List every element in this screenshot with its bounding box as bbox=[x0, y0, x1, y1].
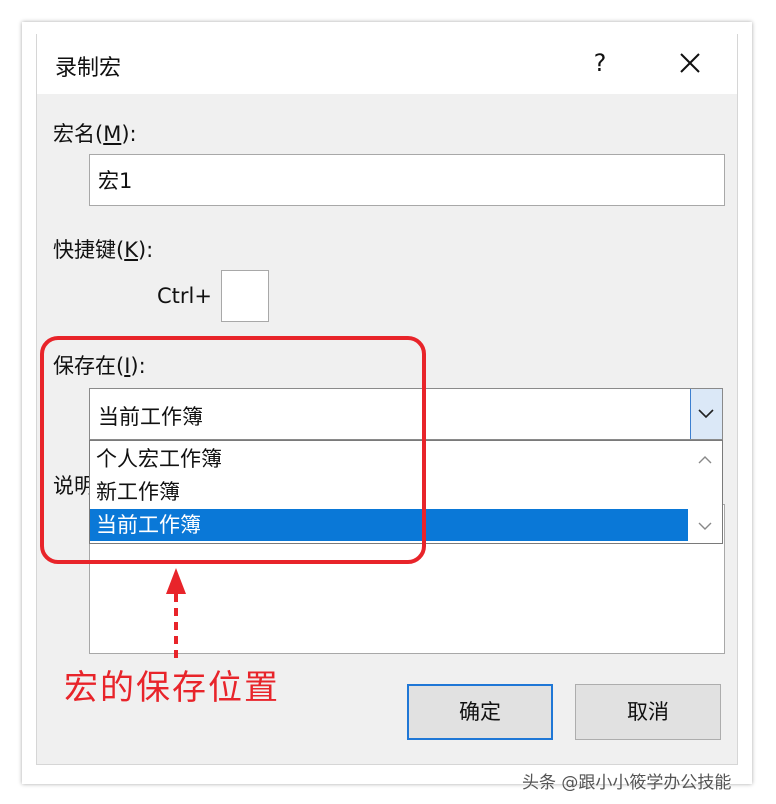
chevron-down-icon[interactable] bbox=[688, 511, 722, 541]
title-bar: 录制宏 ? bbox=[37, 34, 737, 94]
ok-button[interactable]: 确定 bbox=[407, 684, 553, 740]
shortcut-key-input[interactable] bbox=[221, 270, 269, 322]
close-button[interactable] bbox=[673, 46, 707, 80]
close-icon bbox=[680, 53, 700, 73]
chevron-up-icon[interactable] bbox=[688, 445, 722, 475]
macro-name-input[interactable]: 宏1 bbox=[89, 154, 725, 206]
dialog-title: 录制宏 bbox=[55, 56, 122, 81]
cancel-button[interactable]: 取消 bbox=[575, 684, 721, 740]
dropdown-toggle[interactable] bbox=[690, 389, 722, 439]
annotation-arrow-icon bbox=[166, 568, 186, 660]
watermark: 头条 @跟小小筱学办公技能 bbox=[522, 773, 732, 793]
chevron-down-icon bbox=[698, 409, 714, 419]
shortcut-key-label: 快捷键(K): bbox=[53, 238, 154, 262]
dropdown-scrollbar[interactable] bbox=[688, 441, 722, 543]
macro-name-label: 宏名(M): bbox=[53, 122, 137, 146]
help-button[interactable]: ? bbox=[585, 48, 615, 78]
annotation-highlight-box bbox=[40, 336, 426, 564]
annotation-text: 宏的保存位置 bbox=[64, 668, 280, 708]
ctrl-label: Ctrl+ bbox=[157, 284, 212, 308]
